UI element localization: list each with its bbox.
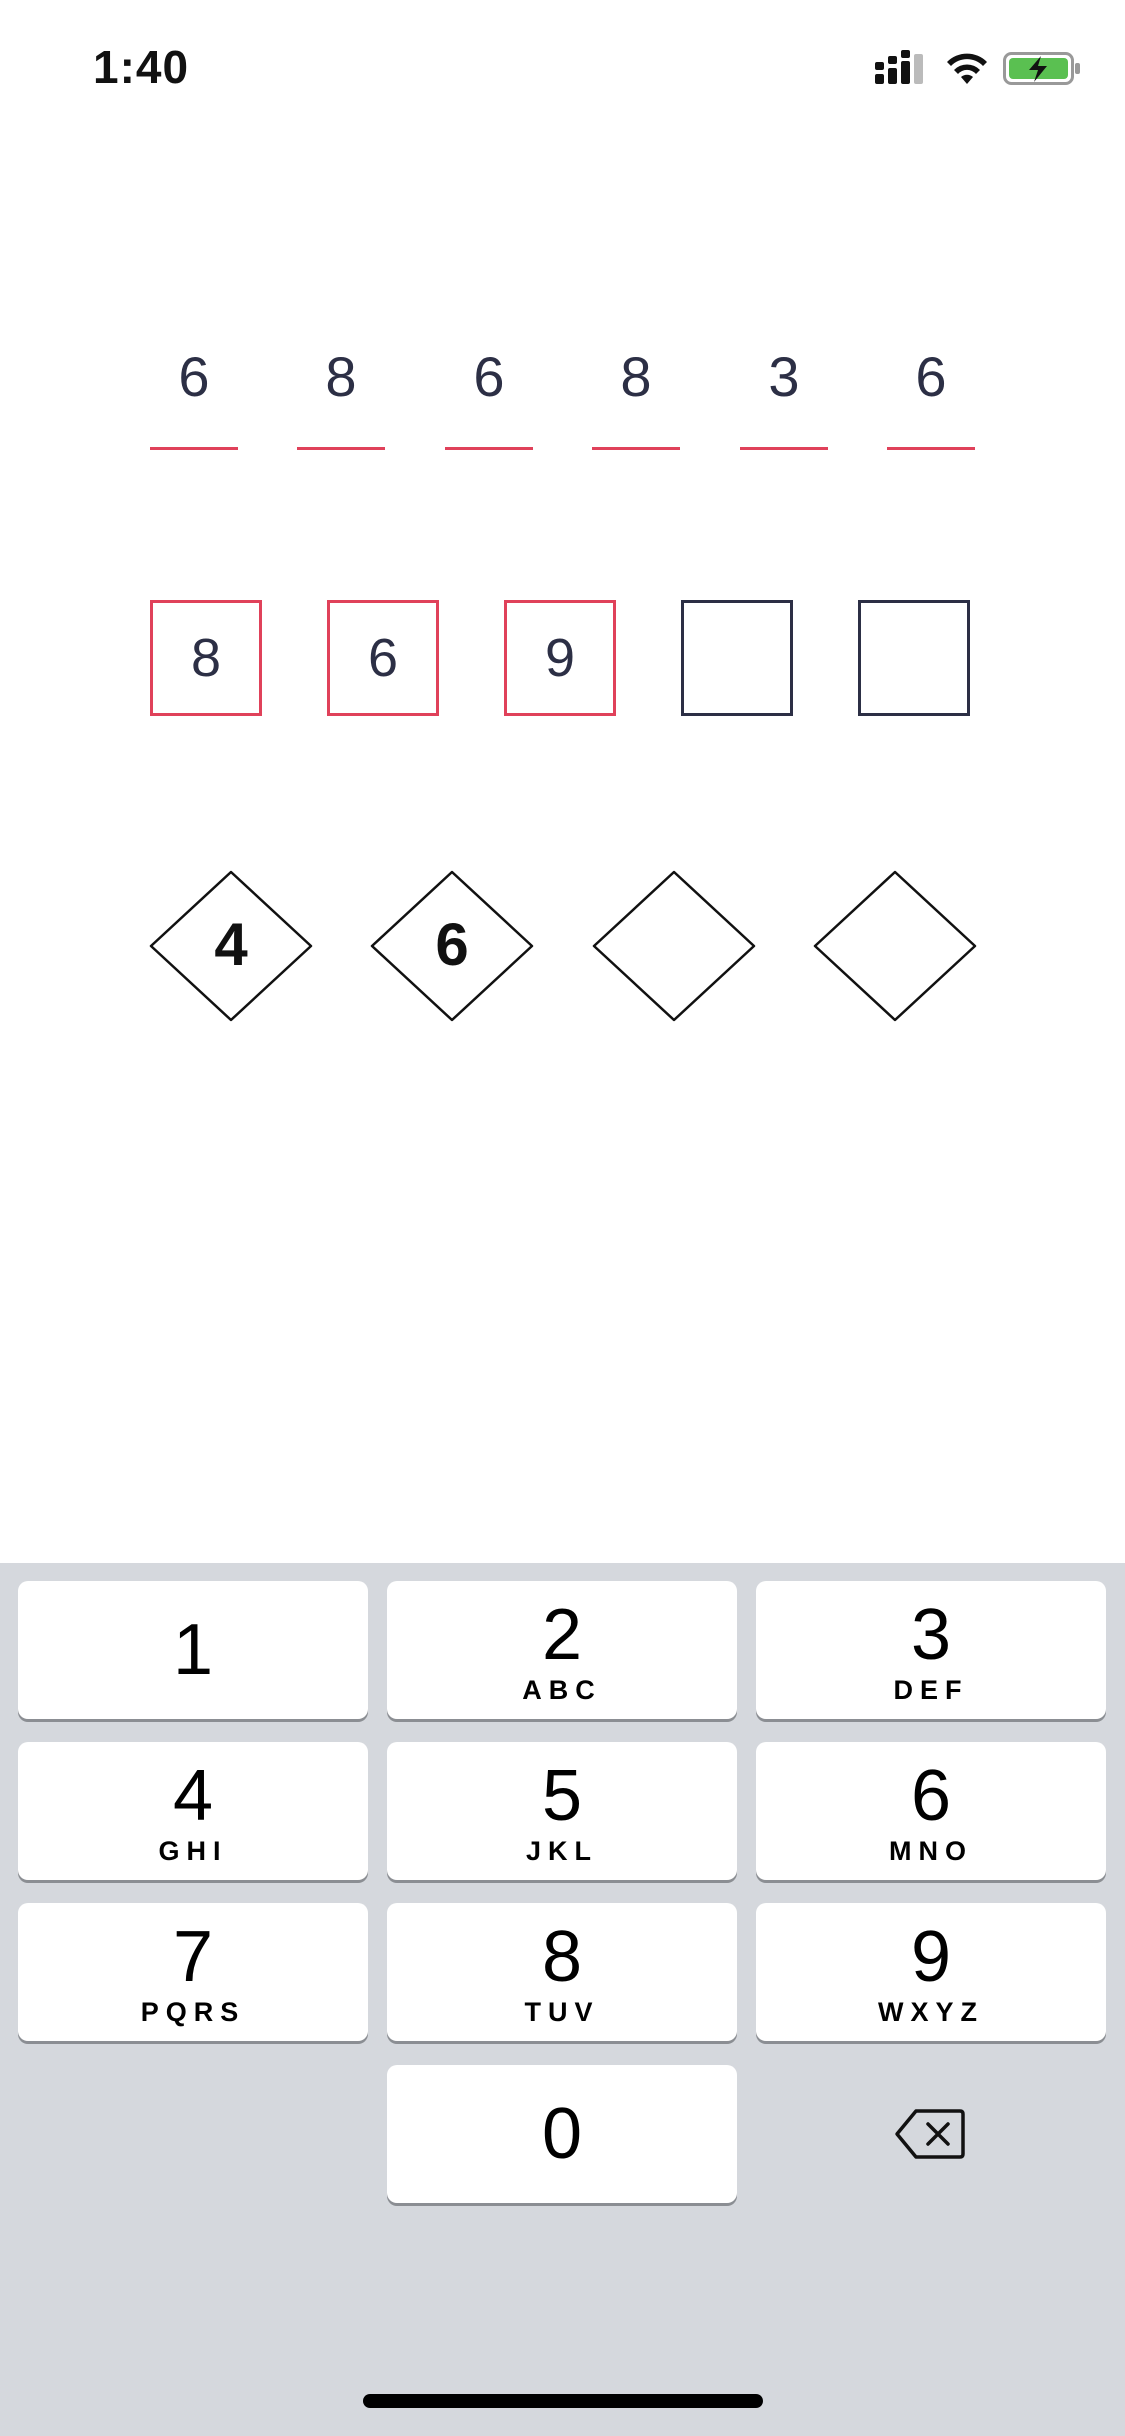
key-number: 5: [541, 1756, 583, 1836]
key-8[interactable]: 8 TUV: [387, 1903, 737, 2041]
box-code-digit-5[interactable]: [858, 600, 970, 716]
key-letters: PQRS: [140, 1997, 246, 2027]
key-number: 6: [910, 1756, 952, 1836]
key-3[interactable]: 3 DEF: [756, 1581, 1106, 1719]
key-number: 9: [910, 1917, 952, 1997]
underline-code-digit-6[interactable]: 6: [887, 330, 975, 450]
underline-line: [740, 447, 828, 450]
status-icons: [875, 48, 1085, 88]
numeric-keypad: 1 2 ABC 3 DEF 4 GHI 5 JKL 6 MNO 7 PQRS 8…: [0, 1563, 1125, 2436]
key-letters: GHI: [158, 1836, 228, 1866]
diamond-code-digit-2[interactable]: 6: [370, 870, 534, 1022]
key-number: 2: [541, 1595, 583, 1675]
diamond-code-digit-4[interactable]: [813, 870, 977, 1022]
underline-line: [592, 447, 680, 450]
key-number: 4: [172, 1756, 214, 1836]
diamond-code-digit-3[interactable]: [592, 870, 756, 1022]
key-1[interactable]: 1: [18, 1581, 368, 1719]
key-2[interactable]: 2 ABC: [387, 1581, 737, 1719]
underline-code-digit-4[interactable]: 8: [592, 330, 680, 450]
underline-code-digit-5[interactable]: 3: [740, 330, 828, 450]
battery-charging-icon: [1003, 52, 1080, 85]
underline-line: [297, 447, 385, 450]
home-indicator[interactable]: [363, 2394, 763, 2408]
underline-digit-text: 8: [325, 345, 357, 408]
diamond-digit-text: 4: [214, 911, 248, 978]
screen: 1:40 6 8 6 8 3 6 8 6 9 4 6 1 2 ABC 3 DEF…: [0, 0, 1125, 2436]
key-letters: MNO: [889, 1836, 973, 1866]
diamond-code-digit-1[interactable]: 4: [149, 870, 313, 1022]
box-code-digit-2[interactable]: 6: [327, 600, 439, 716]
underline-code-digit-2[interactable]: 8: [297, 330, 385, 450]
key-number: 3: [910, 1595, 952, 1675]
underline-digit-text: 3: [768, 345, 800, 408]
underline-digit-text: 6: [915, 345, 947, 408]
wifi-icon: [947, 53, 987, 84]
underline-digit-text: 8: [620, 345, 652, 408]
delete-key[interactable]: [755, 2065, 1105, 2203]
underline-code-digit-1[interactable]: 6: [150, 330, 238, 450]
key-4[interactable]: 4 GHI: [18, 1742, 368, 1880]
backspace-icon: [895, 2109, 965, 2159]
key-letters: JKL: [525, 1836, 598, 1866]
key-number: 8: [541, 1917, 583, 1997]
key-letters: WXYZ: [878, 1997, 984, 2027]
underline-code-digit-3[interactable]: 6: [445, 330, 533, 450]
key-letters: TUV: [524, 1997, 600, 2027]
box-code-digit-3[interactable]: 9: [504, 600, 616, 716]
underline-line: [445, 447, 533, 450]
diamond-shape: [813, 870, 977, 1022]
box-code-digit-4[interactable]: [681, 600, 793, 716]
cellular-signal-icon: [875, 50, 923, 84]
key-0[interactable]: 0: [387, 2065, 737, 2203]
diamond-shape: [592, 870, 756, 1022]
diamond-digit-text: 6: [435, 911, 469, 978]
key-number: 7: [172, 1917, 214, 1997]
key-number: 1: [172, 1610, 214, 1690]
key-9[interactable]: 9 WXYZ: [756, 1903, 1106, 2041]
box-code-digit-1[interactable]: 8: [150, 600, 262, 716]
key-5[interactable]: 5 JKL: [387, 1742, 737, 1880]
key-letters: ABC: [522, 1675, 602, 1705]
key-6[interactable]: 6 MNO: [756, 1742, 1106, 1880]
status-time: 1:40: [93, 41, 190, 93]
underline-line: [887, 447, 975, 450]
key-letters: DEF: [893, 1675, 969, 1705]
underline-line: [150, 447, 238, 450]
underline-digit-text: 6: [473, 345, 505, 408]
key-number: 0: [541, 2094, 583, 2174]
key-7[interactable]: 7 PQRS: [18, 1903, 368, 2041]
underline-digit-text: 6: [178, 345, 210, 408]
